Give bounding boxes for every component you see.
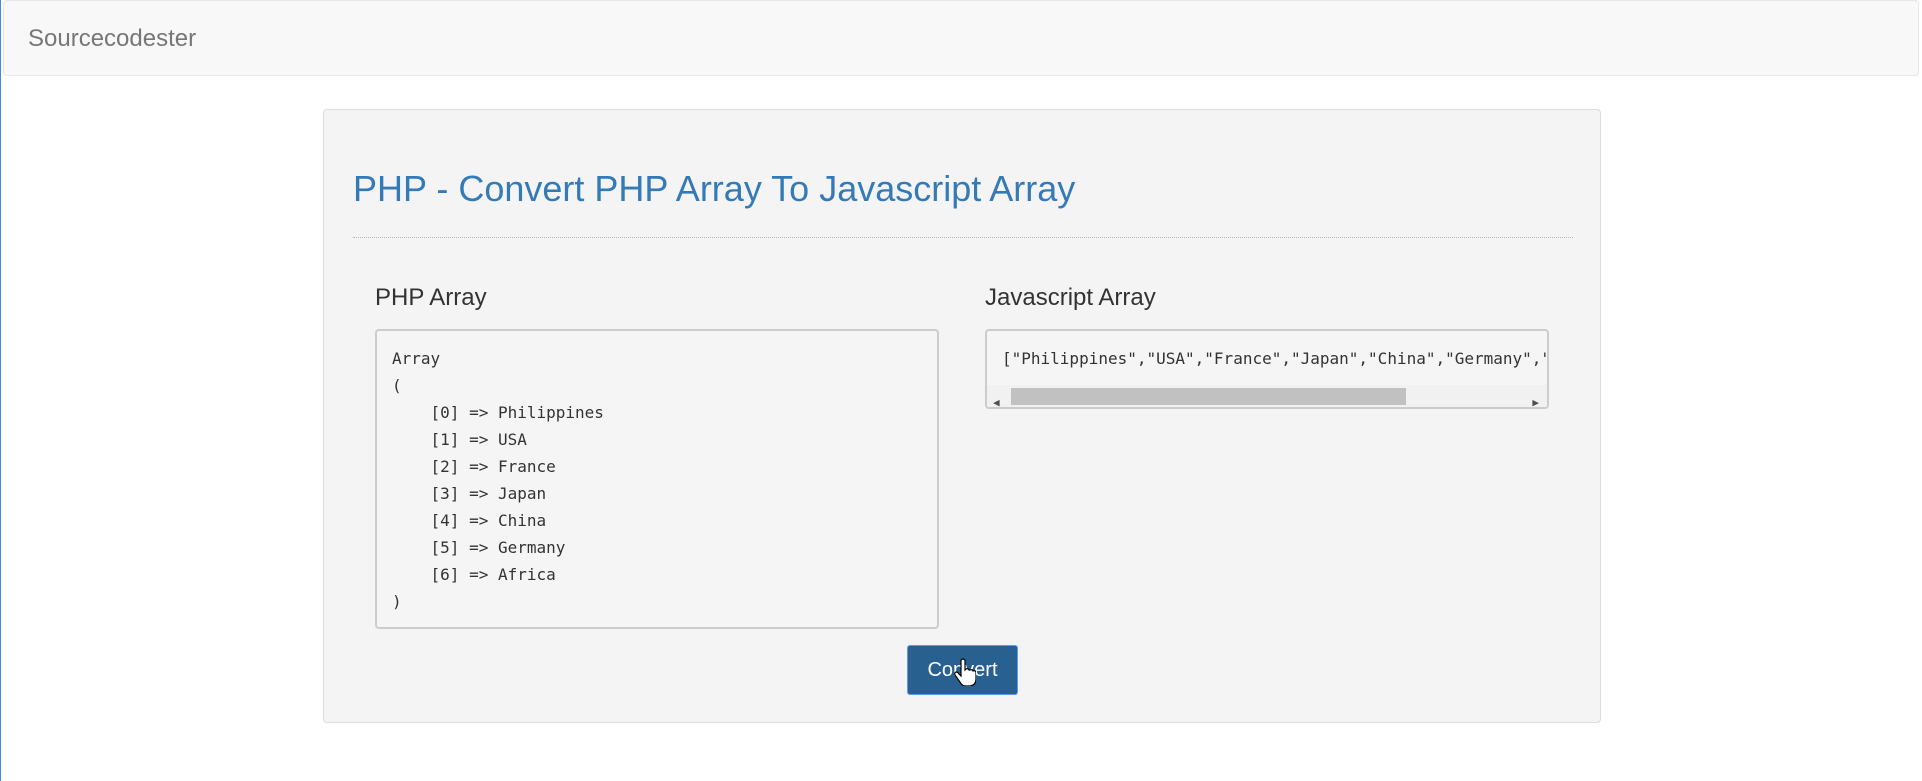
php-array-heading: PHP Array bbox=[375, 284, 487, 311]
page-title: PHP - Convert PHP Array To Javascript Ar… bbox=[353, 168, 1076, 209]
php-array-output: Array ( [0] => Philippines [1] => USA [2… bbox=[375, 329, 939, 629]
js-array-output: ["Philippines","USA","France","Japan","C… bbox=[985, 329, 1549, 409]
navbar: Sourcecodester bbox=[3, 0, 1919, 76]
scroll-left-icon[interactable]: ◀ bbox=[993, 389, 1000, 407]
scrollbar-thumb[interactable] bbox=[1011, 388, 1406, 405]
divider bbox=[353, 237, 1573, 238]
brand-link[interactable]: Sourcecodester bbox=[28, 25, 196, 53]
main-panel: PHP - Convert PHP Array To Javascript Ar… bbox=[323, 109, 1601, 723]
hand-cursor-icon bbox=[954, 658, 976, 686]
js-array-text: ["Philippines","USA","France","Japan","C… bbox=[1002, 349, 1547, 368]
scroll-right-icon[interactable]: ▶ bbox=[1532, 389, 1539, 407]
js-array-heading: Javascript Array bbox=[985, 284, 1156, 311]
horizontal-scrollbar[interactable]: ◀ ▶ bbox=[987, 385, 1547, 407]
